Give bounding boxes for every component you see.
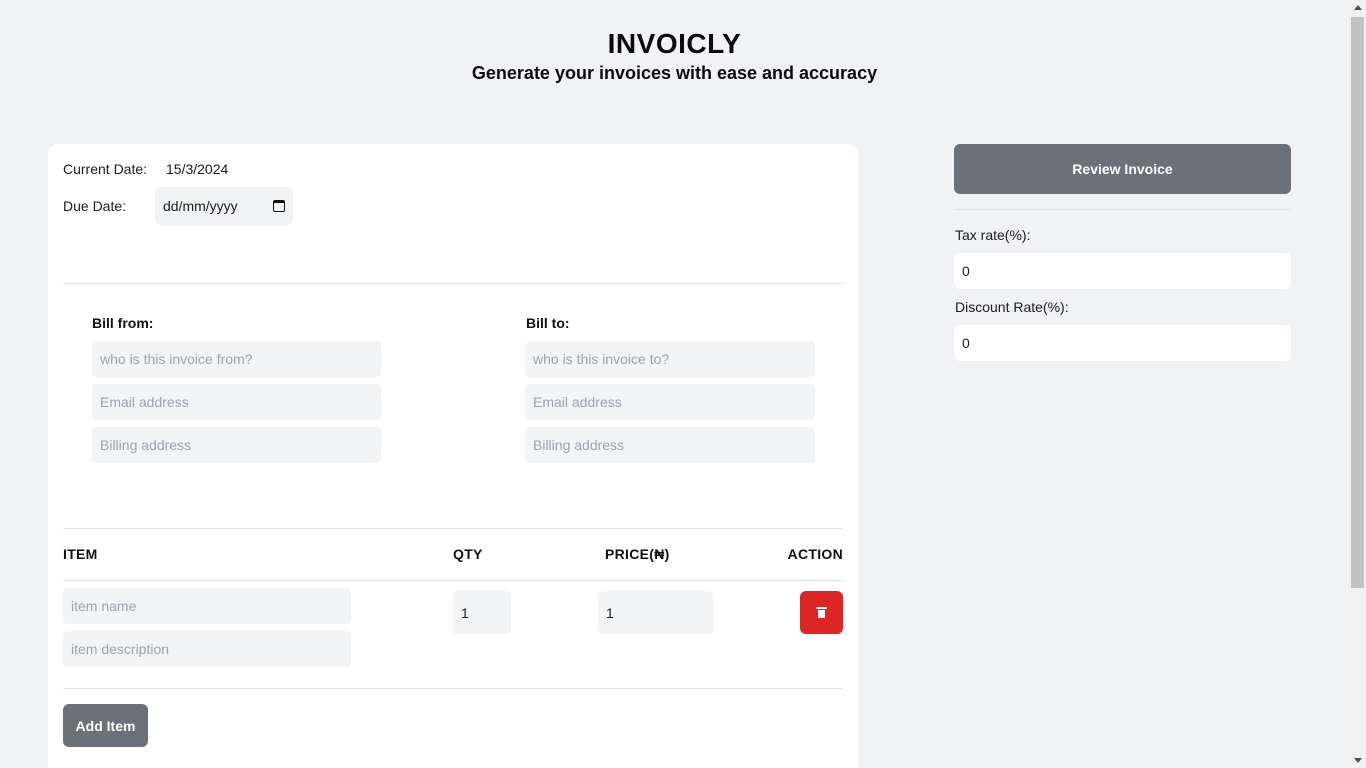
due-date-input[interactable]: dd/mm/yyyy — [155, 187, 293, 225]
tax-rate-label: Tax rate(%): — [955, 227, 1031, 243]
tax-rate-input[interactable]: 0 — [954, 253, 1291, 289]
app-subtitle: Generate your invoices with ease and acc… — [471, 63, 878, 83]
bill-from-email-input[interactable]: Email address — [92, 384, 381, 420]
invoice-form-card: Current Date: 15/3/2024 Due Date: dd/mm/… — [48, 144, 858, 768]
scrollbar-thumb[interactable] — [1351, 17, 1364, 588]
bill-to-address-input[interactable]: Billing address — [525, 427, 815, 463]
bill-from-name-input[interactable]: who is this invoice from? — [92, 341, 381, 377]
due-date-label: Due Date: — [63, 198, 127, 214]
scroll-down-arrow-icon[interactable] — [1354, 758, 1362, 763]
due-date-placeholder: dd/mm/yyyy — [163, 198, 238, 214]
bill-from-address-input[interactable]: Billing address — [92, 427, 381, 463]
item-qty-input[interactable]: 1 — [453, 591, 511, 634]
column-header-price: PRICE(₦) — [605, 546, 670, 562]
calendar-icon[interactable] — [273, 200, 285, 212]
add-item-button[interactable]: Add Item — [63, 704, 148, 747]
bill-to-label: Bill to: — [526, 315, 570, 331]
vertical-scrollbar[interactable] — [1349, 0, 1366, 768]
current-date-label: Current Date: — [63, 161, 148, 177]
app-title: INVOICLY — [607, 28, 742, 59]
scroll-up-arrow-icon[interactable] — [1354, 5, 1362, 10]
discount-rate-input[interactable]: 0 — [954, 325, 1291, 361]
divider — [63, 580, 843, 581]
column-header-item: ITEM — [63, 546, 98, 562]
bill-to-email-input[interactable]: Email address — [525, 384, 815, 420]
item-name-input[interactable]: item name — [63, 588, 351, 624]
divider — [63, 688, 843, 689]
current-date-value: 15/3/2024 — [166, 161, 229, 177]
item-description-input[interactable]: item description — [63, 631, 351, 667]
column-header-qty: QTY — [453, 546, 483, 562]
item-price-input[interactable]: 1 — [598, 591, 713, 634]
review-invoice-button[interactable]: Review Invoice — [954, 144, 1291, 194]
column-header-action: ACTION — [787, 546, 843, 562]
divider — [954, 209, 1291, 210]
trash-icon — [816, 607, 827, 618]
divider — [63, 528, 843, 529]
bill-from-label: Bill from: — [92, 315, 154, 331]
bill-to-name-input[interactable]: who is this invoice to? — [525, 341, 815, 377]
delete-item-button[interactable] — [800, 591, 843, 634]
divider — [63, 283, 843, 284]
discount-rate-label: Discount Rate(%): — [955, 299, 1069, 315]
invoice-page: INVOICLY Generate your invoices with eas… — [0, 0, 1366, 768]
